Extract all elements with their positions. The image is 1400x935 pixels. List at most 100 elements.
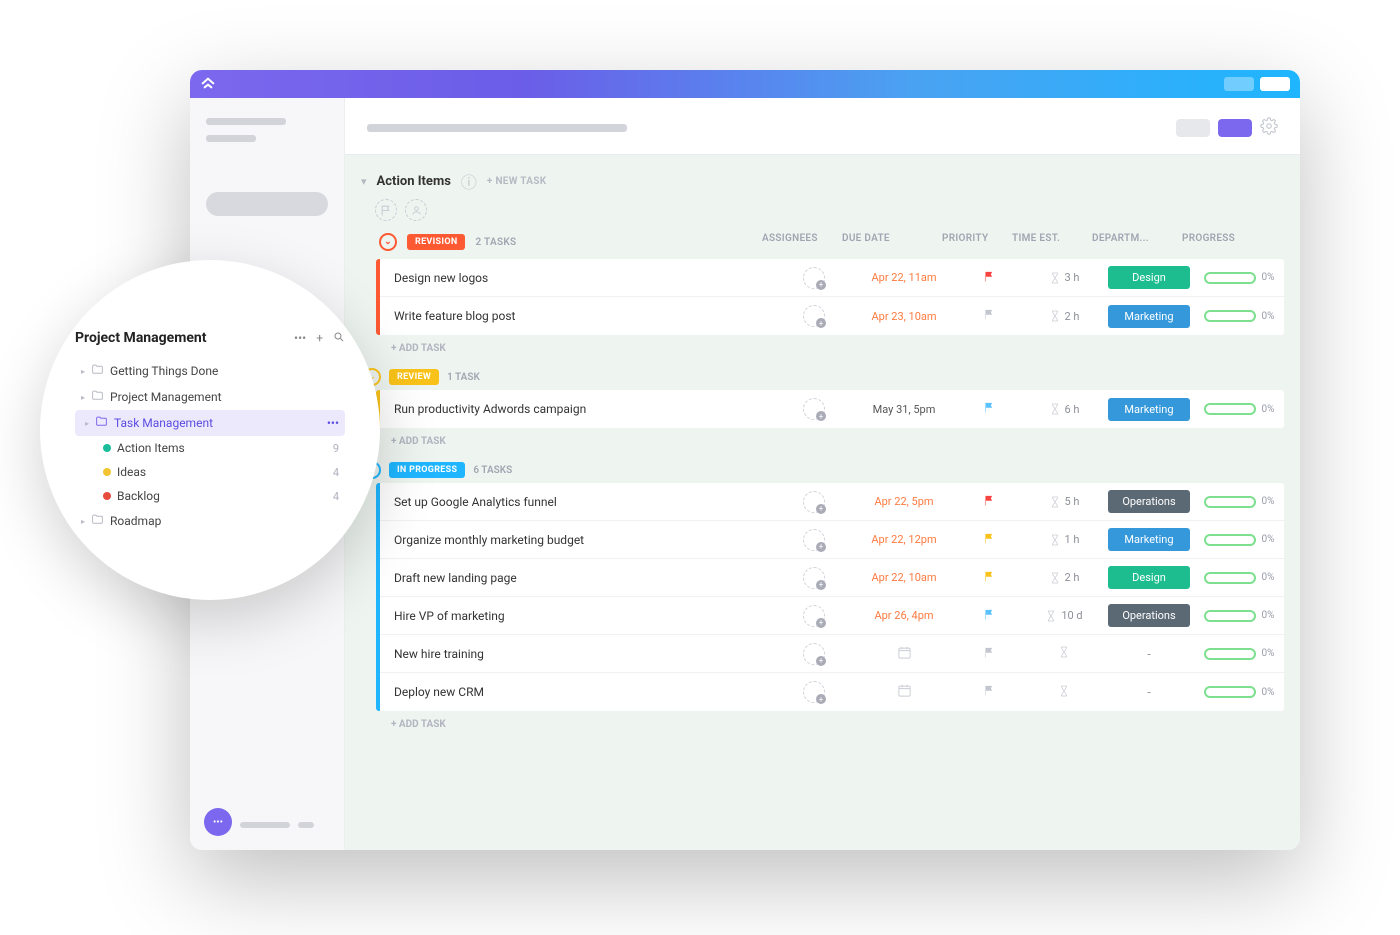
progress-bar[interactable]: 0% (1204, 403, 1275, 415)
task-row[interactable]: Organize monthly marketing budget Apr 22… (380, 521, 1284, 559)
task-title[interactable]: Hire VP of marketing (380, 609, 774, 623)
col-progress[interactable]: PROGRESS (1182, 233, 1272, 251)
time-estimate[interactable]: 10 d (1045, 609, 1082, 623)
space-search-icon[interactable] (333, 331, 345, 346)
folder-item[interactable]: ▸Roadmap (75, 508, 345, 534)
priority-flag-icon[interactable] (983, 608, 996, 624)
time-estimate[interactable]: 2 h (1049, 571, 1080, 585)
department-chip[interactable]: Marketing (1108, 528, 1190, 551)
department-chip[interactable]: Marketing (1108, 398, 1190, 421)
task-title[interactable]: Draft new landing page (380, 571, 774, 585)
assignee-add-icon[interactable] (803, 643, 825, 665)
item-more-icon[interactable]: ••• (327, 416, 339, 430)
task-row[interactable]: Run productivity Adwords campaign May 31… (380, 390, 1284, 428)
add-task-button[interactable]: + ADD TASK (361, 711, 1284, 738)
task-title[interactable]: Run productivity Adwords campaign (380, 402, 774, 416)
col-assignees[interactable]: ASSIGNEES (762, 233, 842, 251)
task-title[interactable]: Write feature blog post (380, 309, 774, 323)
folder-item[interactable]: ▸Task Management••• (75, 410, 345, 436)
due-date[interactable]: Apr 22, 10am (871, 571, 936, 584)
window-minimize[interactable] (1224, 77, 1254, 91)
progress-bar[interactable]: 0% (1204, 648, 1275, 660)
task-title[interactable]: Deploy new CRM (380, 685, 774, 699)
col-due-date[interactable]: DUE DATE (842, 233, 942, 251)
chat-button[interactable]: ••• (204, 808, 232, 836)
priority-flag-icon[interactable] (983, 494, 996, 510)
time-estimate[interactable]: 5 h (1049, 495, 1080, 509)
priority-flag-icon[interactable] (983, 308, 996, 324)
department-chip[interactable]: Marketing (1108, 305, 1190, 328)
task-title[interactable]: New hire training (380, 647, 774, 661)
add-task-button[interactable]: + ADD TASK (361, 428, 1284, 455)
department-chip[interactable]: Design (1108, 266, 1190, 289)
progress-bar[interactable]: 0% (1204, 496, 1275, 508)
department-chip[interactable]: Operations (1108, 490, 1190, 513)
space-more-icon[interactable]: ••• (294, 331, 306, 346)
time-estimate[interactable]: 3 h (1049, 271, 1080, 285)
add-task-button[interactable]: + ADD TASK (361, 335, 1284, 362)
time-estimate[interactable]: 2 h (1049, 309, 1080, 323)
folder-item[interactable]: ▸Project Management (75, 384, 345, 410)
assignee-add-icon[interactable] (803, 681, 825, 703)
due-date[interactable]: Apr 26, 4pm (874, 609, 933, 622)
time-estimate-empty[interactable] (1058, 684, 1070, 701)
list-item[interactable]: Action Items9 (75, 436, 345, 460)
list-item[interactable]: Ideas4 (75, 460, 345, 484)
time-estimate[interactable]: 6 h (1049, 402, 1080, 416)
progress-bar[interactable]: 0% (1204, 310, 1275, 322)
department-chip[interactable]: Operations (1108, 604, 1190, 627)
col-department[interactable]: DEPARTM... (1092, 233, 1182, 251)
progress-bar[interactable]: 0% (1204, 572, 1275, 584)
due-date[interactable]: May 31, 5pm (873, 403, 936, 416)
task-row[interactable]: Deploy new CRM - 0% (380, 673, 1284, 711)
department-chip[interactable]: Design (1108, 566, 1190, 589)
task-row[interactable]: New hire training - 0% (380, 635, 1284, 673)
task-title[interactable]: Organize monthly marketing budget (380, 533, 774, 547)
progress-bar[interactable]: 0% (1204, 686, 1275, 698)
priority-flag-icon[interactable] (983, 570, 996, 586)
col-priority[interactable]: PRIORITY (942, 233, 1012, 251)
progress-bar[interactable]: 0% (1204, 610, 1275, 622)
status-pill[interactable]: REVIEW (389, 369, 439, 385)
assignee-add-icon[interactable] (803, 267, 825, 289)
due-date[interactable]: Apr 22, 5pm (874, 495, 933, 508)
assignee-add-icon[interactable] (803, 398, 825, 420)
list-item[interactable]: Backlog4 (75, 484, 345, 508)
assignee-add-icon[interactable] (803, 305, 825, 327)
task-row[interactable]: Hire VP of marketing Apr 26, 4pm 10 d Op… (380, 597, 1284, 635)
priority-flag-icon[interactable] (983, 401, 996, 417)
status-pill[interactable]: IN PROGRESS (389, 462, 465, 478)
status-pill[interactable]: REVISION (407, 234, 465, 250)
collapse-icon[interactable]: ▾ (361, 175, 367, 188)
due-date[interactable]: Apr 22, 12pm (871, 533, 936, 546)
progress-bar[interactable]: 0% (1204, 534, 1275, 546)
view-toggle-active[interactable] (1218, 119, 1252, 137)
info-icon[interactable]: ⓘ (461, 169, 477, 193)
due-date[interactable]: Apr 22, 11am (871, 271, 936, 284)
assignee-add-icon[interactable] (803, 491, 825, 513)
priority-flag-icon[interactable] (983, 646, 996, 662)
due-date-empty[interactable] (897, 683, 912, 701)
col-time-est[interactable]: TIME EST. (1012, 233, 1092, 251)
new-task-button[interactable]: + NEW TASK (487, 176, 547, 187)
time-estimate-empty[interactable] (1058, 645, 1070, 662)
priority-flag-icon[interactable] (983, 270, 996, 286)
assignee-add-icon[interactable] (803, 529, 825, 551)
department-empty[interactable]: - (1147, 647, 1150, 661)
window-maximize[interactable] (1260, 77, 1290, 91)
search-input[interactable] (206, 192, 328, 216)
task-title[interactable]: Design new logos (380, 271, 774, 285)
space-add-icon[interactable]: + (316, 331, 323, 346)
view-toggle[interactable] (1176, 119, 1210, 137)
task-row[interactable]: Set up Google Analytics funnel Apr 22, 5… (380, 483, 1284, 521)
time-estimate[interactable]: 1 h (1049, 533, 1080, 547)
group-collapse-icon[interactable]: ⌄ (379, 233, 397, 251)
progress-bar[interactable]: 0% (1204, 272, 1275, 284)
task-title[interactable]: Set up Google Analytics funnel (380, 495, 774, 509)
priority-filter-icon[interactable] (375, 199, 397, 221)
due-date[interactable]: Apr 23, 10am (871, 310, 936, 323)
settings-icon[interactable] (1260, 117, 1278, 139)
due-date-empty[interactable] (897, 645, 912, 663)
priority-flag-icon[interactable] (983, 684, 996, 700)
department-empty[interactable]: - (1147, 685, 1150, 699)
